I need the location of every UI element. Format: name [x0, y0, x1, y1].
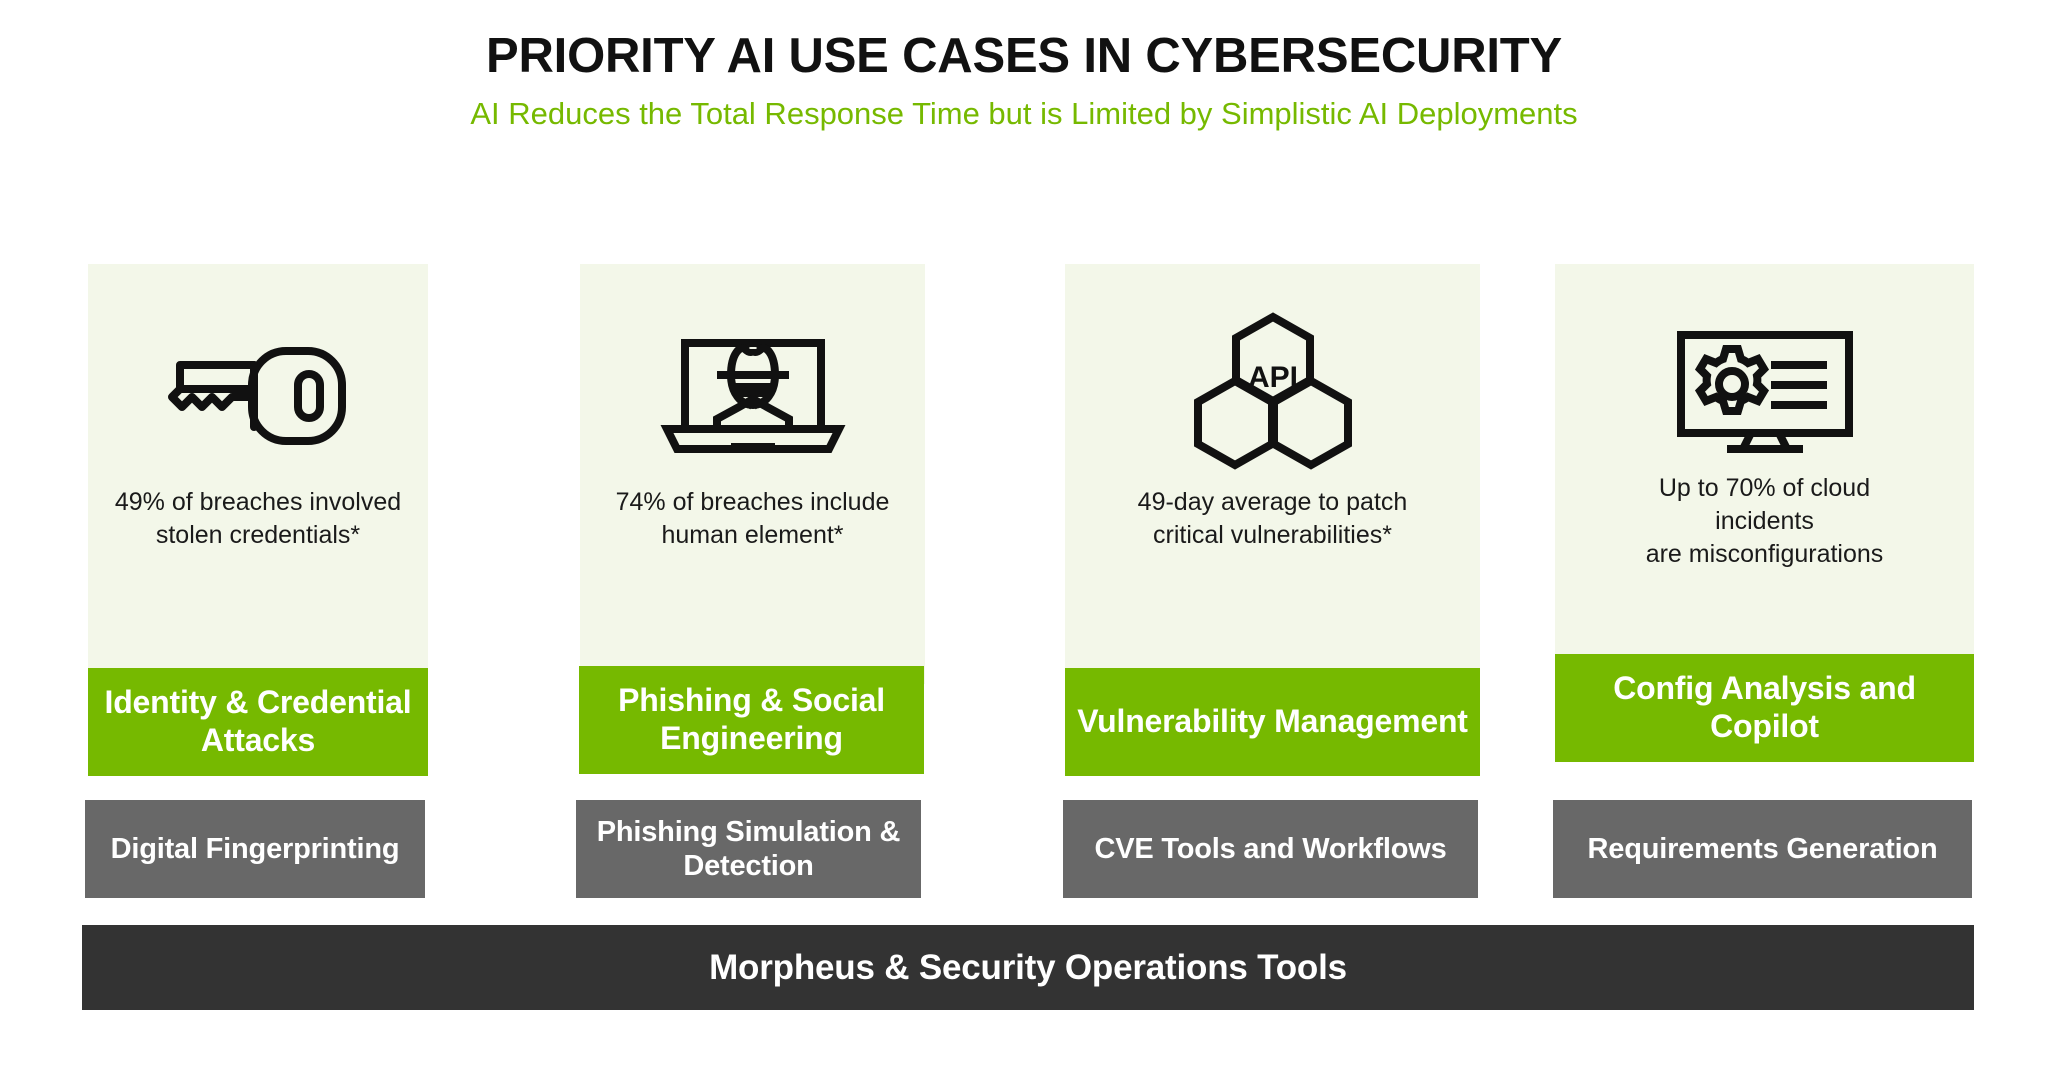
- card-stat-line: critical vulnerabilities*: [1153, 521, 1392, 549]
- api-hexagons-icon: API: [1065, 306, 1480, 476]
- use-case-cards: 49% of breaches involved stolen credenti…: [0, 0, 2048, 1084]
- card-tool-1[interactable]: Digital Fingerprinting: [85, 800, 425, 898]
- card-tool-4[interactable]: Requirements Generation: [1553, 800, 1972, 898]
- card-stat-line: stolen credentials*: [155, 521, 361, 549]
- card-stat-2: 74% of breaches include human element*: [580, 486, 925, 552]
- card-category-2[interactable]: Phishing & Social Engineering: [579, 666, 924, 774]
- card-category-3[interactable]: Vulnerability Management: [1065, 668, 1480, 776]
- card-category-4[interactable]: Config Analysis and Copilot: [1555, 654, 1974, 762]
- card-stat-line: 49-day average to patch: [1137, 488, 1408, 516]
- card-stat-line: human element*: [661, 521, 844, 549]
- card-panel-1: [88, 264, 428, 668]
- monitor-gear-icon: [1555, 322, 1974, 462]
- api-label: API: [1247, 361, 1297, 394]
- card-tool-2[interactable]: Phishing Simulation & Detection: [576, 800, 921, 898]
- card-tool-3[interactable]: CVE Tools and Workflows: [1063, 800, 1478, 898]
- hacker-laptop-icon: [580, 326, 925, 466]
- card-stat-4: Up to 70% of cloud incidents are misconf…: [1555, 472, 1974, 571]
- card-stat-line: 49% of breaches involved: [114, 488, 402, 516]
- key-icon: [88, 326, 428, 466]
- card-stat-1: 49% of breaches involved stolen credenti…: [88, 486, 428, 552]
- card-category-1[interactable]: Identity & Credential Attacks: [88, 668, 428, 776]
- card-stat-line: Up to 70% of cloud: [1658, 474, 1871, 502]
- card-stat-line: incidents: [1715, 507, 1814, 535]
- card-stat-line: 74% of breaches include: [615, 488, 890, 516]
- footer-bar[interactable]: Morpheus & Security Operations Tools: [82, 925, 1974, 1010]
- card-stat-3: 49-day average to patch critical vulnera…: [1065, 486, 1480, 552]
- card-stat-line: are misconfigurations: [1645, 540, 1884, 568]
